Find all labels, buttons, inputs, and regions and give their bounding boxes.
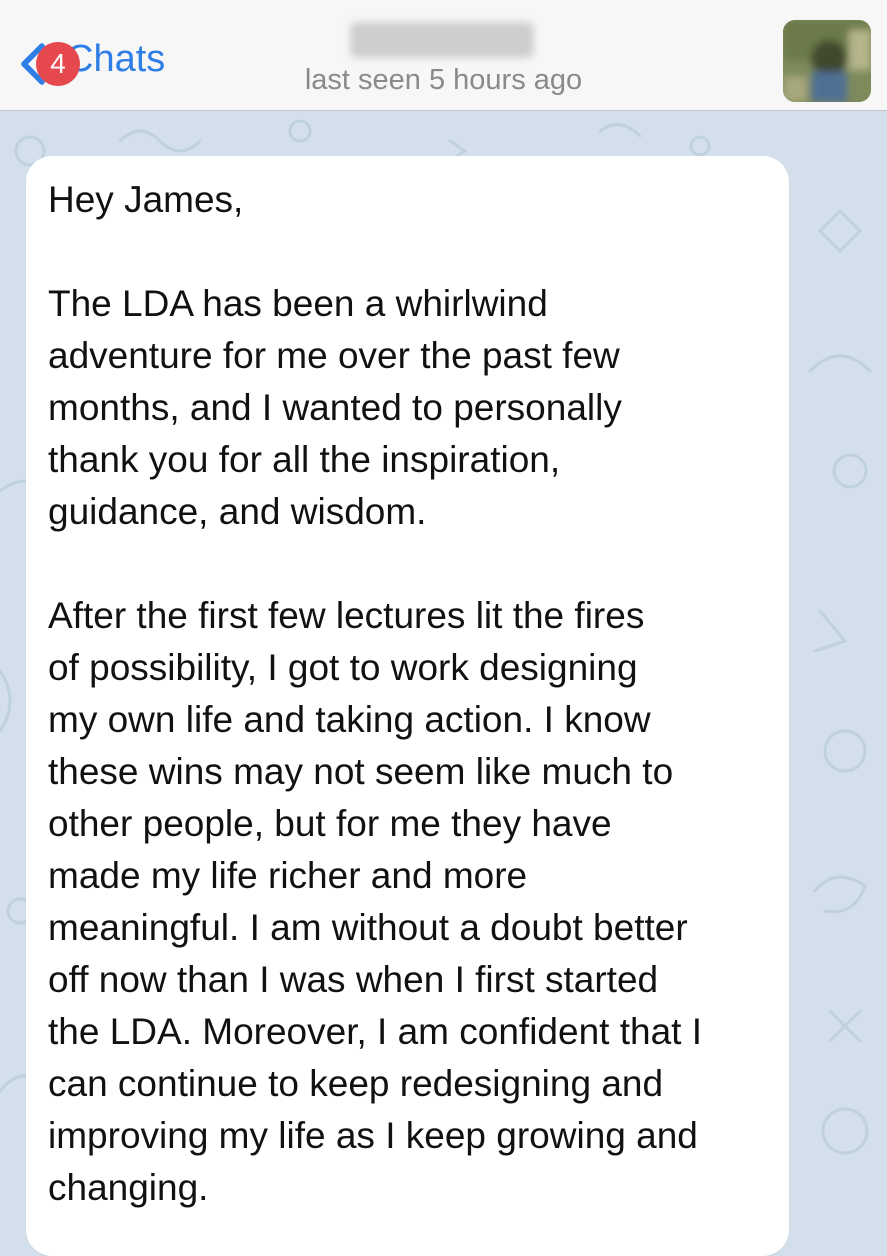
avatar-image	[783, 20, 871, 102]
message-greeting: Hey James,	[48, 179, 244, 220]
message-text: Hey James, The LDA has been a whirlwind …	[48, 174, 767, 1214]
contact-name-blurred[interactable]	[350, 22, 534, 58]
last-seen-status: last seen 5 hours ago	[304, 64, 583, 96]
avatar[interactable]	[783, 20, 871, 102]
chat-header: Chats 4 last seen 5 hours ago	[0, 0, 887, 111]
message-paragraph: After the first few lectures lit the fir…	[48, 595, 703, 1208]
message-bubble[interactable]: Hey James, The LDA has been a whirlwind …	[26, 156, 789, 1256]
message-paragraph: The LDA has been a whirlwind adventure f…	[48, 283, 622, 532]
